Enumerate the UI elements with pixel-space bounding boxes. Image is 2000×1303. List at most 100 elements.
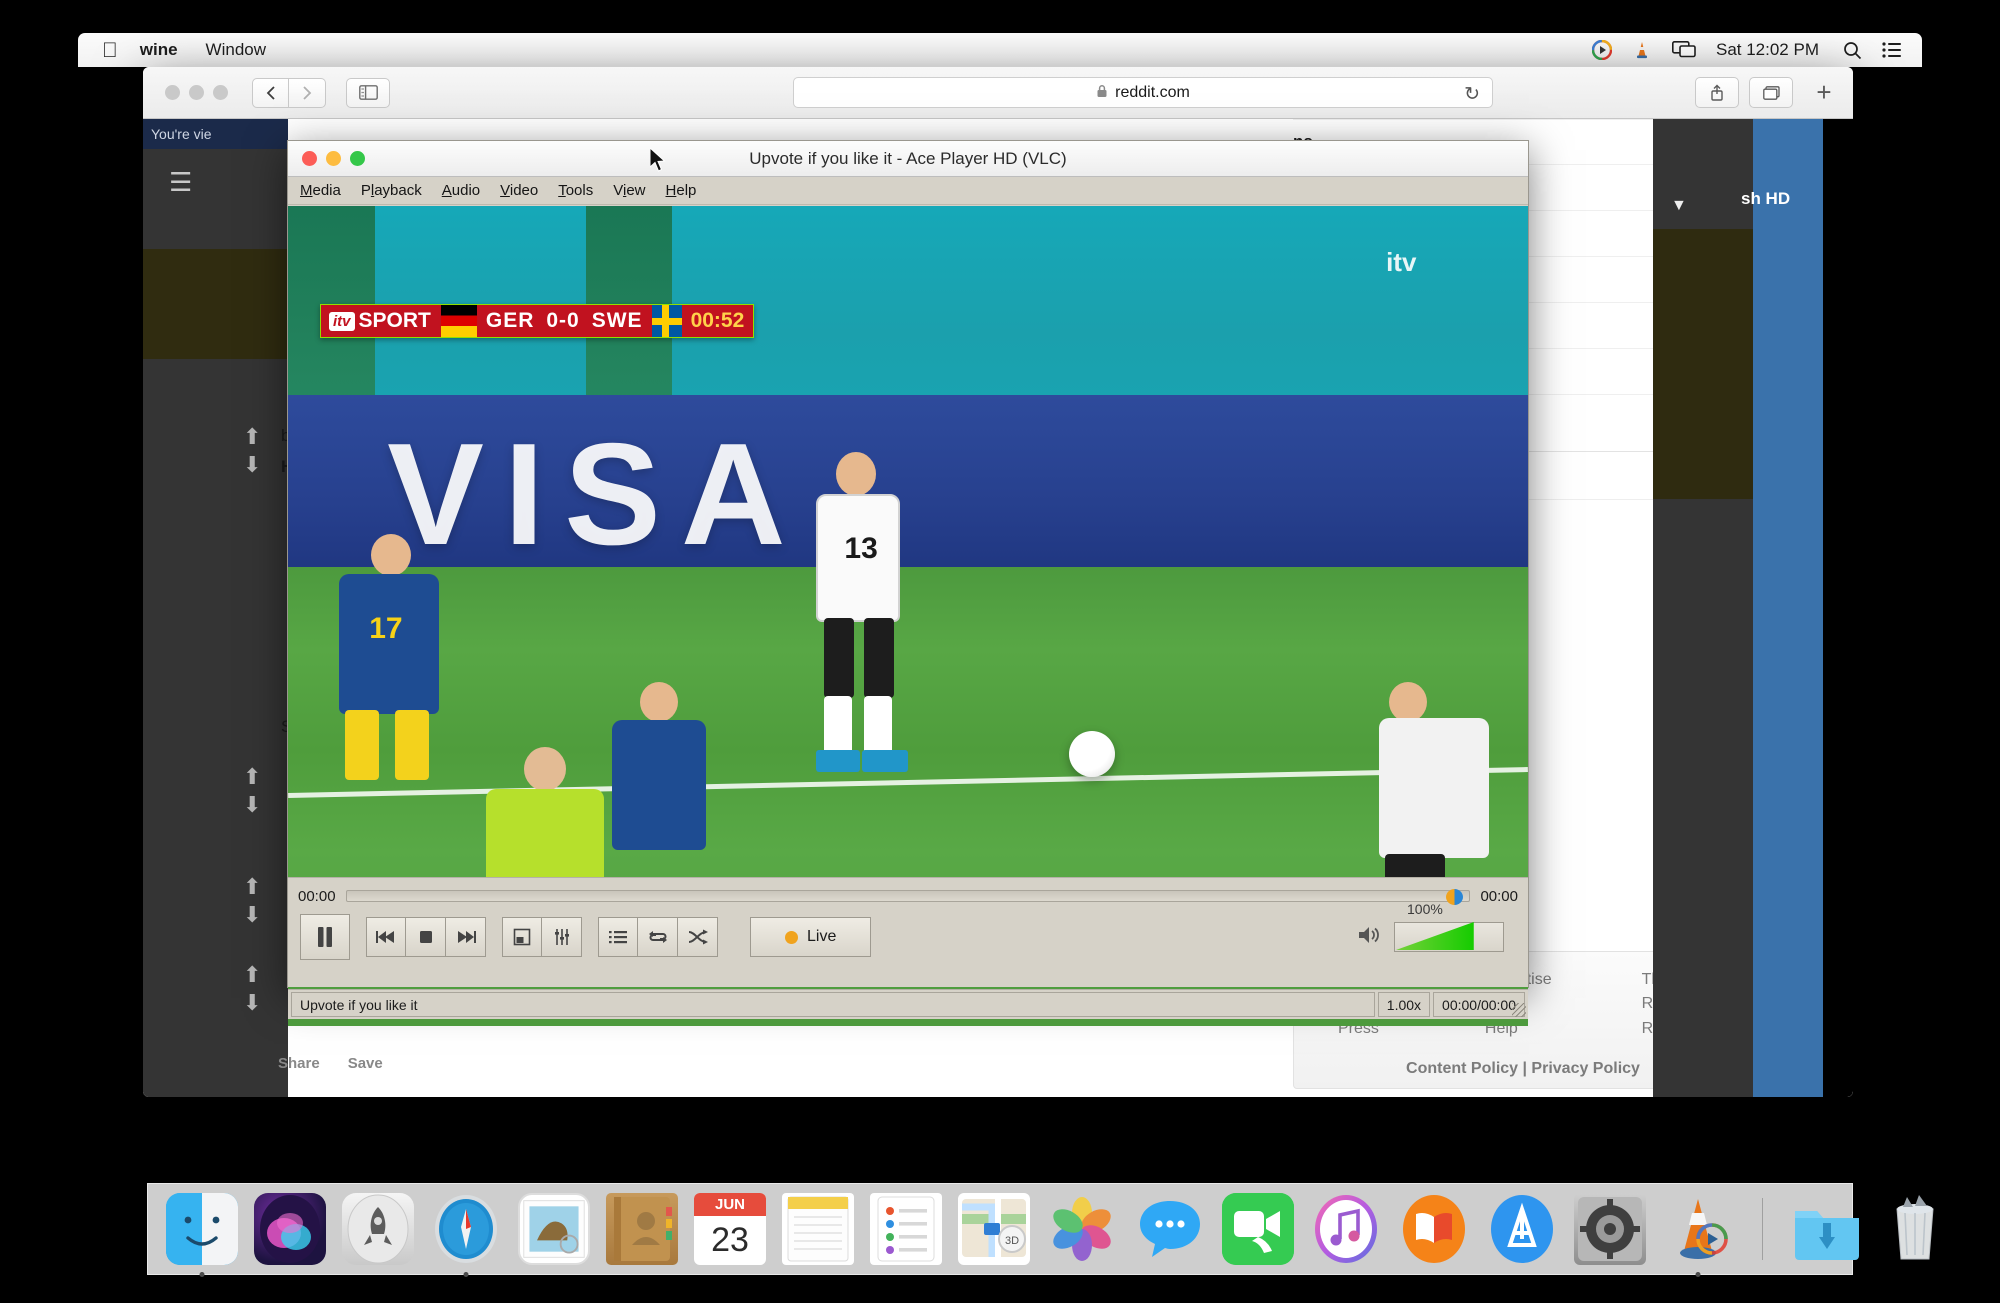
vlc-menu-help[interactable]: Help (666, 182, 697, 199)
dock-item-maps[interactable]: 3D (958, 1193, 1030, 1265)
dock-item-photos[interactable] (1046, 1193, 1118, 1265)
macos-dock: JUN 23 3D (147, 1183, 1934, 1277)
media-playback-icon[interactable] (1591, 40, 1612, 60)
vlc-menu-audio[interactable]: Audio (442, 182, 480, 199)
show-tabs-button[interactable] (1749, 77, 1793, 108)
running-indicator (463, 1272, 469, 1277)
vlc-status-media-name: Upvote if you like it (291, 992, 1375, 1017)
safari-toolbar-right: + (1695, 77, 1839, 108)
next-track-icon[interactable] (446, 917, 486, 957)
vlc-title-bar[interactable]: Upvote if you like it - Ace Player HD (V… (288, 141, 1528, 177)
dock-item-siri[interactable] (254, 1193, 326, 1265)
dock-item-system-preferences[interactable] (1574, 1193, 1646, 1265)
reload-icon[interactable]: ↻ (1464, 83, 1480, 106)
desktop:  wine Window Sat 12 (0, 0, 2000, 1303)
downvote-icon-4[interactable]: ⬇ (243, 990, 261, 1016)
dock-item-finder[interactable] (166, 1193, 238, 1277)
shuffle-icon[interactable] (678, 917, 718, 957)
background-window-peek[interactable]: ▼ (1653, 119, 1753, 1097)
forward-button[interactable] (289, 77, 326, 108)
share-link[interactable]: Share (278, 1055, 320, 1072)
upvote-icon[interactable]: ⬆ (243, 424, 261, 450)
vlc-menu-media[interactable]: Media (300, 182, 341, 199)
back-button[interactable] (252, 77, 289, 108)
dock-item-contacts[interactable] (606, 1193, 678, 1265)
vlc-seek-handle[interactable] (1446, 889, 1464, 905)
apple-icon[interactable]:  (102, 40, 118, 61)
vlc-cone-icon[interactable] (1632, 40, 1652, 60)
dock-item-mail[interactable] (518, 1193, 590, 1265)
vlc-menu-video[interactable]: Video (500, 182, 538, 199)
stop-icon[interactable] (406, 917, 446, 957)
vlc-window-title: Upvote if you like it - Ace Player HD (V… (749, 148, 1067, 168)
dock-item-facetime[interactable] (1222, 1193, 1294, 1265)
share-button[interactable] (1695, 77, 1739, 108)
previous-track-icon[interactable] (366, 917, 406, 957)
dock-item-messages[interactable] (1134, 1193, 1206, 1265)
fullscreen-icon[interactable] (502, 917, 542, 957)
vlc-menu-tools[interactable]: Tools (558, 182, 593, 199)
loop-icon[interactable] (638, 917, 678, 957)
vlc-menu-playback[interactable]: Playback (361, 182, 422, 199)
notification-center-icon[interactable] (1882, 42, 1902, 58)
volume-slider[interactable]: 100% (1394, 901, 1504, 952)
sweden-flag-icon (651, 305, 682, 337)
dock-item-trash[interactable] (1879, 1193, 1951, 1265)
upvote-icon-3[interactable]: ⬆ (243, 874, 261, 900)
menu-item-window[interactable]: Window (206, 40, 266, 60)
caret-down-icon[interactable]: ▼ (1671, 197, 1687, 215)
safari-zoom-button[interactable] (213, 85, 228, 100)
search-icon[interactable] (1843, 41, 1862, 60)
live-button[interactable]: Live (750, 917, 872, 957)
vlc-seek-slider[interactable] (345, 889, 1471, 905)
save-link[interactable]: Save (348, 1055, 383, 1072)
safari-traffic-lights[interactable] (165, 85, 228, 100)
dock-item-downloads-folder[interactable] (1791, 1193, 1863, 1265)
running-indicator (199, 1272, 205, 1277)
sidebar-toggle-icon[interactable] (346, 77, 390, 108)
address-bar[interactable]: reddit.com ↻ (793, 77, 1493, 108)
volume-icon[interactable] (1358, 925, 1384, 950)
dock-item-reminders[interactable] (870, 1193, 942, 1265)
vlc-button-row: Live 100% (288, 901, 1528, 962)
dock-item-launchpad[interactable] (342, 1193, 414, 1265)
dock-item-itunes[interactable] (1310, 1193, 1382, 1265)
dock-item-calendar[interactable]: JUN 23 (694, 1193, 766, 1265)
svg-text:3D: 3D (1005, 1235, 1019, 1247)
downvote-icon-2[interactable]: ⬇ (243, 792, 261, 818)
live-button-label: Live (807, 928, 837, 945)
vlc-menu-view[interactable]: View (613, 182, 645, 199)
safari-minimize-button[interactable] (189, 85, 204, 100)
running-indicator (1695, 1272, 1701, 1277)
upvote-icon-4[interactable]: ⬆ (243, 962, 261, 988)
broadcast-scorebug: itv SPORT GER 0-0 SWE 00:52 (320, 304, 755, 338)
vlc-status-rate[interactable]: 1.00x (1377, 992, 1431, 1017)
hamburger-icon[interactable]: ☰ (143, 149, 288, 198)
menu-app-name[interactable]: wine (140, 40, 178, 60)
vlc-view-group (502, 917, 582, 957)
vlc-remaining-time: 00:00 (1480, 887, 1518, 905)
downvote-icon[interactable]: ⬇ (243, 452, 261, 478)
desktop-edge (1823, 119, 1853, 1097)
dock-item-safari[interactable] (430, 1193, 502, 1277)
new-tab-button[interactable]: + (1809, 77, 1839, 108)
airplay-display-icon[interactable] (1671, 41, 1696, 59)
vlc-status-bar: Upvote if you like it 1.00x 00:00/00:00 (288, 989, 1528, 1019)
extended-settings-icon[interactable] (542, 917, 582, 957)
scorebug-home-team: GER (485, 309, 535, 332)
vlc-resize-grip[interactable] (1512, 1003, 1526, 1017)
calendar-day: 23 (711, 1221, 749, 1259)
dock-item-ibooks[interactable] (1398, 1193, 1470, 1265)
scorebug-score: 0-0 (546, 309, 580, 332)
lock-icon (1096, 84, 1108, 101)
dock-item-notes[interactable] (782, 1193, 854, 1265)
playlist-icon[interactable] (598, 917, 638, 957)
pause-icon[interactable] (300, 914, 350, 960)
dock-item-vlc[interactable] (1662, 1193, 1734, 1277)
dock-item-app-store[interactable] (1486, 1193, 1558, 1265)
upvote-icon-2[interactable]: ⬆ (243, 764, 261, 790)
menubar-clock[interactable]: Sat 12:02 PM (1716, 40, 1819, 60)
rail-band-olive (143, 249, 288, 359)
safari-close-button[interactable] (165, 85, 180, 100)
downvote-icon-3[interactable]: ⬇ (243, 902, 261, 928)
